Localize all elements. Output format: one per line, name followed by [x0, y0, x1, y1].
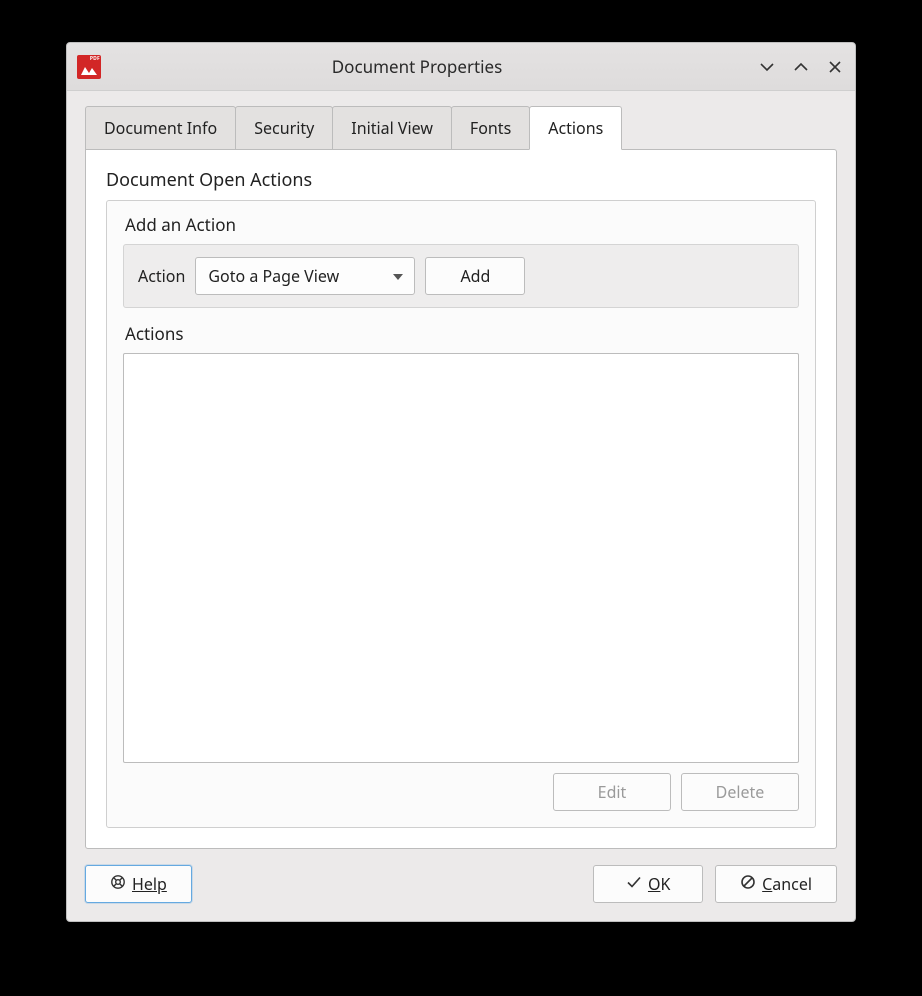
cancel-icon	[740, 873, 756, 895]
close-button[interactable]	[825, 57, 845, 77]
window-controls	[757, 57, 845, 77]
action-select-value: Goto a Page View	[208, 265, 339, 287]
help-button-label: Help	[132, 873, 167, 895]
document-open-actions-group: Add an Action Action Goto a Page View Ad…	[106, 200, 816, 828]
app-icon	[77, 55, 101, 79]
check-icon	[626, 873, 642, 895]
cancel-button-label: Cancel	[762, 873, 812, 895]
chevron-down-icon	[392, 265, 404, 287]
actions-row-buttons: Edit Delete	[123, 773, 799, 811]
actions-listbox[interactable]	[123, 353, 799, 763]
window-title: Document Properties	[85, 55, 749, 78]
add-action-row: Action Goto a Page View Add	[123, 244, 799, 308]
tab-bar: Document Info Security Initial View Font…	[85, 105, 837, 149]
add-button-label: Add	[460, 265, 490, 287]
maximize-button[interactable]	[791, 57, 811, 77]
tab-actions[interactable]: Actions	[529, 106, 622, 150]
cancel-button[interactable]: Cancel	[715, 865, 837, 903]
dialog-window: Document Properties Document Info Securi…	[66, 42, 856, 922]
dialog-footer: Help OK Cancel	[85, 865, 837, 903]
delete-button[interactable]: Delete	[681, 773, 799, 811]
edit-button[interactable]: Edit	[553, 773, 671, 811]
actions-list-title: Actions	[125, 322, 799, 345]
ok-button[interactable]: OK	[593, 865, 703, 903]
tab-page-actions: Document Open Actions Add an Action Acti…	[85, 149, 837, 849]
tab-document-info[interactable]: Document Info	[85, 106, 236, 150]
help-button[interactable]: Help	[85, 865, 192, 903]
help-icon	[110, 873, 126, 895]
titlebar: Document Properties	[67, 43, 855, 91]
section-title: Document Open Actions	[106, 168, 816, 192]
delete-button-label: Delete	[716, 781, 765, 803]
tab-initial-view[interactable]: Initial View	[332, 106, 452, 150]
minimize-button[interactable]	[757, 57, 777, 77]
tab-security[interactable]: Security	[235, 106, 333, 150]
ok-button-label: OK	[648, 873, 670, 895]
edit-button-label: Edit	[598, 781, 627, 803]
action-label: Action	[138, 265, 185, 287]
add-button[interactable]: Add	[425, 257, 525, 295]
actions-area: Actions Edit Delete	[123, 322, 799, 811]
add-action-title: Add an Action	[125, 213, 799, 236]
tab-fonts[interactable]: Fonts	[451, 106, 530, 150]
client-area: Document Info Security Initial View Font…	[67, 91, 855, 921]
action-select[interactable]: Goto a Page View	[195, 257, 415, 295]
